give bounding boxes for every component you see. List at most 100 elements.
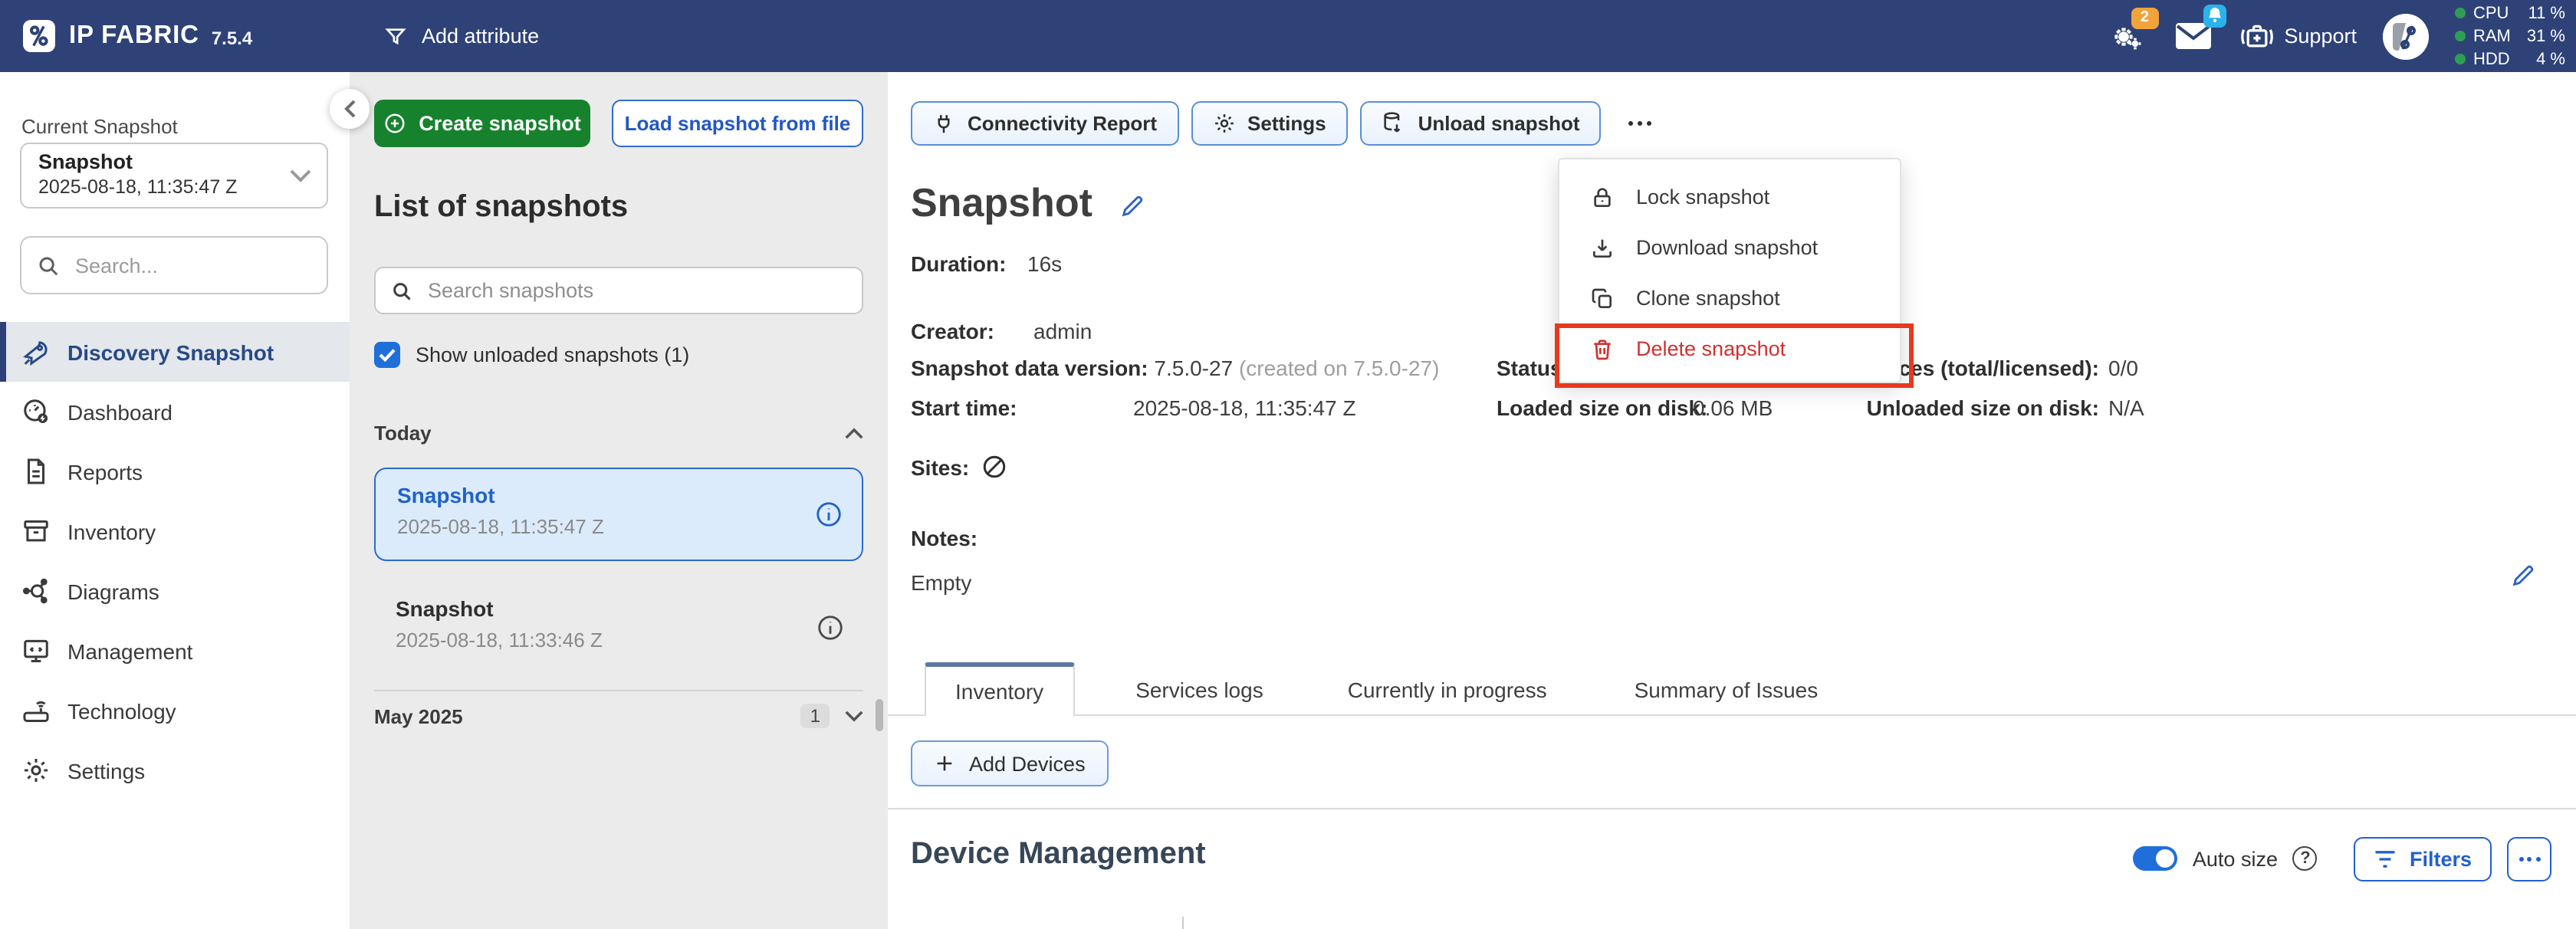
brand[interactable]: IP FABRIC 7.5.4 — [23, 20, 252, 52]
group-count-badge: 1 — [801, 704, 830, 728]
sidebar-item-inventory[interactable]: Inventory — [0, 501, 350, 561]
add-attribute-button[interactable]: Add attribute — [383, 0, 539, 72]
chevron-up-icon — [845, 427, 863, 439]
creator-row: Creator:admin — [911, 319, 1092, 343]
section-divider — [888, 808, 2576, 809]
snapshot-search — [374, 267, 863, 314]
load-snapshot-from-file-button[interactable]: Load snapshot from file — [612, 100, 863, 147]
snapshot-actions-menu: Lock snapshot Download snapshot Clone sn… — [1558, 158, 1901, 383]
help-icon[interactable]: ? — [2293, 846, 2318, 871]
sidebar-item-dashboard[interactable]: Dashboard — [0, 382, 350, 442]
snapshot-list-item[interactable]: Snapshot 2025-08-18, 11:33:46 Z — [374, 583, 863, 676]
sidebar-item-label: Inventory — [67, 519, 156, 543]
funnel-icon — [383, 24, 408, 48]
hdd-stat: HDD4 % — [2455, 48, 2565, 70]
edit-pencil-icon[interactable] — [1120, 193, 1146, 219]
unloaded-size-label: Unloaded size on disk: — [1808, 396, 2099, 420]
unload-snapshot-button[interactable]: Unload snapshot — [1360, 101, 1602, 146]
loaded-size-row: Loaded size on disk:0.06 MB — [1497, 396, 1773, 420]
green-dot-icon — [2455, 54, 2466, 64]
filters-button[interactable]: Filters — [2354, 836, 2492, 881]
sidebar-item-technology[interactable]: Technology — [0, 681, 350, 740]
auto-size-label: Auto size — [2193, 847, 2278, 870]
main-content: Connectivity Report Settings Unload snap… — [888, 72, 2576, 929]
none-prohibited-icon — [981, 454, 1007, 480]
table-more-actions-button[interactable] — [2507, 836, 2551, 881]
add-devices-button[interactable]: Add Devices — [911, 740, 1109, 786]
tab-currently-in-progress[interactable]: Currently in progress — [1319, 664, 1576, 716]
plus-circle-icon — [383, 112, 406, 135]
sidebar-search-input[interactable] — [72, 252, 308, 278]
sidebar-item-settings[interactable]: Settings — [0, 740, 350, 800]
show-unloaded-label: Show unloaded snapshots (1) — [416, 343, 689, 366]
snapshot-search-input[interactable] — [425, 277, 814, 304]
plus-icon — [934, 753, 955, 774]
snapshots-panel: Create snapshot Load snapshot from file … — [350, 72, 888, 929]
sidebar-item-discovery-snapshot[interactable]: Discovery Snapshot — [0, 322, 350, 382]
plug-icon — [932, 111, 955, 136]
snapshot-toolbar: Connectivity Report Settings Unload snap… — [911, 101, 1664, 146]
sidebar-item-reports[interactable]: Reports — [0, 442, 350, 501]
divider — [374, 690, 863, 691]
green-dot-icon — [2455, 8, 2466, 18]
bell-badge-icon — [2203, 4, 2226, 27]
database-unload-icon — [1382, 110, 1406, 136]
sidebar-item-label: Technology — [67, 698, 176, 723]
gear-icon — [21, 756, 51, 785]
lock-icon — [1590, 185, 1615, 209]
collapse-sidebar-button[interactable] — [330, 89, 370, 129]
menu-item-download-snapshot[interactable]: Download snapshot — [1559, 222, 1900, 273]
chevron-down-icon — [290, 169, 311, 182]
current-snapshot-selector[interactable]: Snapshot 2025-08-18, 11:35:47 Z — [20, 143, 328, 208]
download-icon — [1590, 235, 1615, 260]
sidebar: Current Snapshot Snapshot 2025-08-18, 11… — [0, 72, 350, 929]
auto-size-toggle[interactable] — [2133, 846, 2177, 871]
clone-copy-icon — [1590, 286, 1615, 310]
show-unloaded-row[interactable]: Show unloaded snapshots (1) — [374, 342, 689, 368]
support-button[interactable]: Support — [2239, 21, 2357, 51]
sidebar-item-diagrams[interactable]: Diagrams — [0, 561, 350, 621]
gear-icon — [1212, 112, 1235, 135]
menu-item-delete-snapshot[interactable]: Delete snapshot — [1559, 323, 1900, 374]
more-actions-button[interactable] — [1617, 101, 1664, 146]
notes-label: Notes: — [911, 526, 978, 550]
automation-settings-button[interactable]: 2 — [2108, 16, 2147, 56]
menu-item-clone-snapshot[interactable]: Clone snapshot — [1559, 273, 1900, 323]
data-version-row: Snapshot data version: 7.5.0-27 (created… — [911, 356, 1439, 380]
create-snapshot-button[interactable]: Create snapshot — [374, 100, 590, 147]
chevron-down-icon — [845, 710, 863, 722]
avatar[interactable] — [2383, 13, 2429, 59]
filter-lines-icon — [2374, 849, 2397, 868]
group-today[interactable]: Today — [374, 422, 863, 445]
sidebar-search — [20, 236, 328, 294]
tab-services-logs[interactable]: Services logs — [1106, 664, 1293, 716]
tabs: Inventory Services logs Currently in pro… — [925, 662, 1847, 716]
router-icon — [21, 696, 51, 725]
menu-item-lock-snapshot[interactable]: Lock snapshot — [1559, 172, 1900, 222]
group-may-2025[interactable]: May 2025 1 — [374, 704, 863, 728]
info-icon[interactable] — [816, 613, 845, 642]
current-snapshot-name: Snapshot — [38, 151, 237, 177]
brand-name: IP FABRIC — [69, 21, 199, 51]
checkbox-checked-icon[interactable] — [374, 342, 400, 368]
tab-summary-of-issues[interactable]: Summary of Issues — [1605, 664, 1848, 716]
sidebar-nav: Discovery Snapshot Dashboard Reports Inv… — [0, 322, 350, 800]
app-version: 7.5.4 — [212, 28, 252, 49]
tab-inventory[interactable]: Inventory — [925, 662, 1074, 716]
snapshot-list-item-selected[interactable]: Snapshot 2025-08-18, 11:35:47 Z — [374, 468, 863, 561]
support-label: Support — [2284, 25, 2357, 48]
devices-value: 0/0 — [2108, 356, 2138, 380]
device-management-title: Device Management — [911, 837, 1206, 872]
network-diagram-icon — [21, 576, 51, 606]
messages-button[interactable] — [2174, 16, 2213, 56]
ram-stat: RAM31 % — [2455, 25, 2565, 47]
rocket-icon — [21, 337, 51, 366]
info-icon[interactable] — [814, 500, 843, 529]
current-snapshot-label: Current Snapshot — [21, 115, 178, 138]
sidebar-item-label: Dashboard — [67, 399, 172, 424]
edit-notes-pencil-icon[interactable] — [2510, 563, 2536, 589]
snapshot-settings-button[interactable]: Settings — [1191, 101, 1348, 146]
connectivity-report-button[interactable]: Connectivity Report — [911, 101, 1178, 146]
sidebar-item-management[interactable]: Management — [0, 621, 350, 681]
panel-scrollbar-thumb[interactable] — [876, 699, 883, 731]
